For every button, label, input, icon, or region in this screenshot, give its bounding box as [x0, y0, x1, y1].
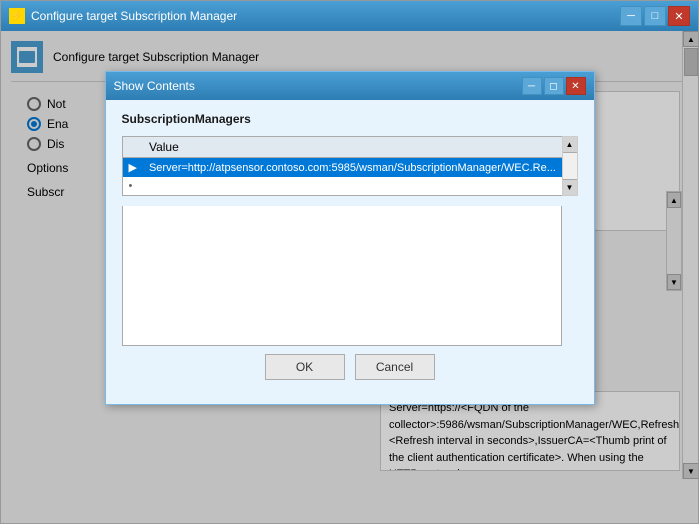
row-arrow-2: •	[122, 177, 143, 196]
table-row[interactable]: ▶ Server=http://atpsensor.contoso.com:59…	[122, 158, 562, 178]
dialog-section-label: SubscriptionManagers	[122, 112, 578, 126]
values-table: Value ▶ Server=http://atpsensor.contoso.…	[122, 136, 563, 196]
table-scroll-down[interactable]: ▼	[563, 179, 577, 195]
minimize-button[interactable]: ─	[620, 6, 642, 26]
dialog-title-controls: ─ ◻ ✕	[522, 77, 586, 95]
dialog-close-btn[interactable]: ✕	[566, 77, 586, 95]
main-content: Configure target Subscription Manager No…	[1, 31, 698, 523]
dialog-title: Show Contents	[114, 79, 195, 93]
dialog-cancel-button[interactable]: Cancel	[355, 354, 435, 380]
row-arrow-1: ▶	[122, 158, 143, 178]
table-scrollbar[interactable]: ▲ ▼	[562, 136, 578, 196]
dialog-ok-button[interactable]: OK	[265, 354, 345, 380]
dialog-body: SubscriptionManagers Value	[106, 100, 594, 404]
table-scroll-up[interactable]: ▲	[563, 137, 577, 153]
row-value-1: Server=http://atpsensor.contoso.com:5985…	[143, 158, 562, 178]
title-bar-left: ⚡ Configure target Subscription Manager	[9, 8, 237, 24]
value-column-header: Value	[143, 137, 562, 158]
maximize-button[interactable]: □	[644, 6, 666, 26]
dialog-restore-btn[interactable]: ◻	[544, 77, 564, 95]
window-icon: ⚡	[9, 8, 25, 24]
window-title: Configure target Subscription Manager	[31, 9, 237, 23]
title-controls: ─ □ ✕	[620, 6, 690, 26]
empty-table-space	[122, 206, 562, 346]
dialog-minimize-btn[interactable]: ─	[522, 77, 542, 95]
row-value-2	[143, 177, 562, 196]
main-window: ⚡ Configure target Subscription Manager …	[0, 0, 699, 524]
show-contents-dialog: Show Contents ─ ◻ ✕ SubscriptionManagers	[105, 71, 595, 405]
table-scroll-track	[563, 153, 577, 179]
table-wrapper: Value ▶ Server=http://atpsensor.contoso.…	[122, 136, 578, 196]
dialog-buttons: OK Cancel	[122, 346, 578, 392]
arrow-header	[122, 137, 143, 158]
table-row-empty[interactable]: •	[122, 177, 562, 196]
main-title-bar: ⚡ Configure target Subscription Manager …	[1, 1, 698, 31]
dialog-title-bar: Show Contents ─ ◻ ✕	[106, 72, 594, 100]
modal-overlay: Show Contents ─ ◻ ✕ SubscriptionManagers	[1, 31, 698, 523]
close-button[interactable]: ✕	[668, 6, 690, 26]
table-header-row: Value	[122, 137, 562, 158]
